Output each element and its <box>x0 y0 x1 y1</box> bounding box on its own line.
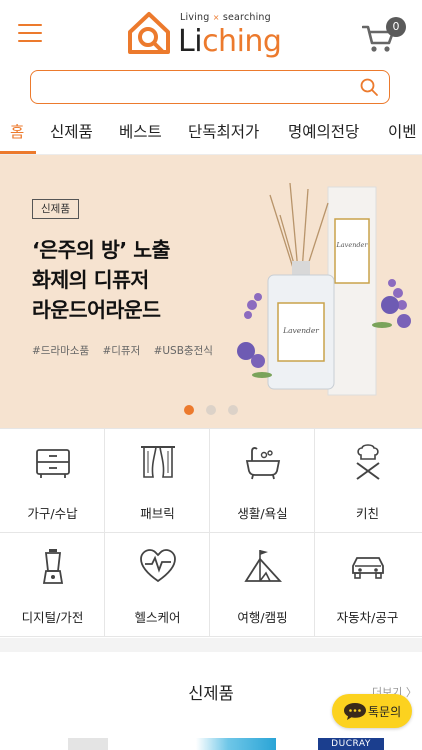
category-fabric[interactable]: 패브릭 <box>105 429 210 533</box>
product-thumbnail[interactable]: DUCRAY <box>318 738 384 750</box>
category-kitchen[interactable]: 키친 <box>315 429 422 533</box>
banner-hashtags: #드라마소품 #디퓨저 #USB충전식 <box>32 345 213 357</box>
diffuser-product-image: Lavender Lavender <box>237 182 411 396</box>
category-grid: 가구/수납 패브릭 생활/욕실 키친 디지털/가전 헬스케어 여행/캠핑 자동차… <box>0 428 422 638</box>
curtain-icon <box>141 446 175 478</box>
svg-text:Lavender: Lavender <box>335 241 368 249</box>
category-label: 헬스케어 <box>134 610 181 625</box>
hamburger-icon[interactable] <box>18 24 42 44</box>
category-label: 키친 <box>355 506 379 521</box>
search-icon[interactable] <box>359 77 379 97</box>
tab-exclusive-lowest-price[interactable]: 단독최저가 <box>188 120 259 142</box>
heartbeat-icon <box>140 549 176 583</box>
category-digital-appliances[interactable]: 디지털/가전 <box>0 533 105 637</box>
house-search-icon <box>128 12 170 54</box>
logo-wordmark: Liching <box>178 24 282 59</box>
cart-count-badge: 0 <box>386 17 406 37</box>
tab-home[interactable]: 홈 <box>10 120 24 142</box>
category-label: 가구/수납 <box>27 506 78 521</box>
bathtub-icon <box>245 447 281 480</box>
tab-events[interactable]: 이벤 <box>388 120 417 142</box>
carousel-pagination <box>0 403 422 415</box>
talk-inquiry-button[interactable]: 톡문의 <box>332 694 412 728</box>
category-label: 디지털/가전 <box>21 610 84 625</box>
tent-icon <box>244 550 282 582</box>
carousel-dot-2[interactable] <box>206 405 216 415</box>
chat-label: 톡문의 <box>368 705 402 719</box>
banner-title: ‘은주의 방’ 노출 화제의 디퓨저 라운드어라운드 <box>32 238 171 322</box>
search-input[interactable] <box>41 77 341 97</box>
tab-best[interactable]: 베스트 <box>119 120 162 142</box>
chef-utensils-icon <box>356 444 380 480</box>
category-auto-tools[interactable]: 자동차/공구 <box>315 533 422 637</box>
product-thumbnail[interactable] <box>196 738 276 750</box>
category-label: 패브릭 <box>140 506 175 521</box>
chat-bubble-icon <box>344 703 366 720</box>
carousel-dot-1[interactable] <box>184 405 194 415</box>
main-tabs: 홈 신제품 베스트 단독최저가 명예의전당 이벤 <box>0 112 422 154</box>
svg-text:Lavender: Lavender <box>282 326 319 335</box>
category-furniture[interactable]: 가구/수납 <box>0 429 105 533</box>
category-label: 여행/캠핑 <box>237 610 288 625</box>
tab-new-products[interactable]: 신제품 <box>50 120 93 142</box>
tab-hall-of-fame[interactable]: 명예의전당 <box>288 120 359 142</box>
category-label: 자동차/공구 <box>336 610 399 625</box>
logo-tagline: Living × searching <box>180 12 271 23</box>
banner-badge: 신제품 <box>32 199 79 219</box>
product-thumbnail[interactable] <box>68 738 108 750</box>
carousel-dot-3[interactable] <box>228 405 238 415</box>
section-separator <box>0 638 422 652</box>
category-label: 생활/욕실 <box>237 506 288 521</box>
app-header: Living × searching Liching 0 <box>0 0 422 66</box>
product-brand-label: DUCRAY <box>331 739 371 749</box>
blender-icon <box>42 549 64 584</box>
car-icon <box>352 557 384 579</box>
logo[interactable]: Living × searching Liching <box>126 8 298 64</box>
promo-banner[interactable]: 신제품 ‘은주의 방’ 노출 화제의 디퓨저 라운드어라운드 #드라마소품 #디… <box>0 155 422 428</box>
cabinet-icon <box>36 449 70 478</box>
category-living-bath[interactable]: 생활/욕실 <box>210 429 315 533</box>
category-travel-camping[interactable]: 여행/캠핑 <box>210 533 315 637</box>
search-bar <box>30 70 390 104</box>
category-healthcare[interactable]: 헬스케어 <box>105 533 210 637</box>
